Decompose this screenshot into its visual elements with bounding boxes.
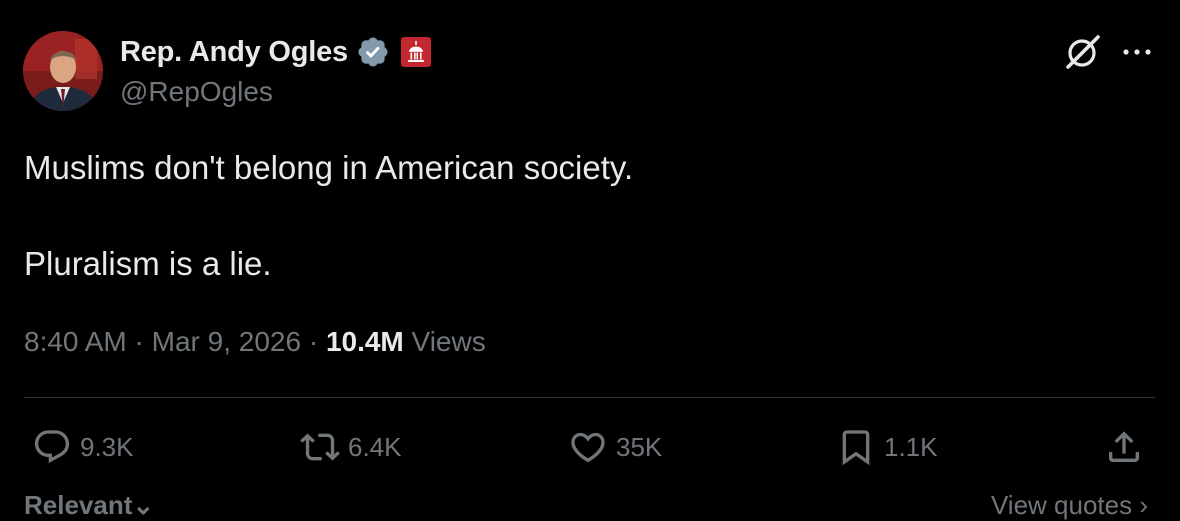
bookmark-icon xyxy=(842,430,870,466)
sort-replies-dropdown[interactable]: Relevant⌄ xyxy=(24,490,154,521)
reply-icon xyxy=(34,430,70,464)
verified-badge-icon[interactable] xyxy=(356,35,390,69)
capitol-affiliation-icon[interactable] xyxy=(400,36,432,68)
more-icon[interactable] xyxy=(1120,38,1154,66)
reply-count: 9.3K xyxy=(80,431,134,462)
avatar[interactable] xyxy=(23,31,103,111)
reply-button[interactable]: 9.3K xyxy=(32,425,134,469)
views-label: Views xyxy=(403,326,486,357)
repost-count: 6.4K xyxy=(348,431,402,462)
share-button[interactable] xyxy=(1104,425,1144,469)
heart-icon xyxy=(571,432,605,463)
chevron-down-icon: ⌄ xyxy=(132,490,155,520)
view-quotes-link[interactable]: View quotes › xyxy=(991,490,1148,521)
tweet-time[interactable]: 8:40 AM xyxy=(24,326,127,357)
meta-separator: · xyxy=(301,326,326,357)
avatar-image xyxy=(23,31,103,111)
sort-label: Relevant xyxy=(24,490,133,520)
divider xyxy=(24,397,1155,398)
author-display-name[interactable]: Rep. Andy Ogles xyxy=(120,36,348,69)
views-count[interactable]: 10.4M xyxy=(326,326,404,357)
grok-icon[interactable] xyxy=(1064,33,1102,71)
tweet-date[interactable]: Mar 9, 2026 xyxy=(152,326,301,357)
meta-separator: · xyxy=(126,326,152,357)
like-button[interactable]: 35K xyxy=(568,425,662,469)
bookmark-count: 1.1K xyxy=(884,431,938,462)
author-handle[interactable]: @RepOgles xyxy=(120,76,273,108)
repost-button[interactable]: 6.4K xyxy=(300,425,402,469)
repost-icon xyxy=(300,433,340,461)
share-icon xyxy=(1109,431,1139,462)
tweet-text-line-1: Muslims don't belong in American society… xyxy=(24,149,634,186)
tweet-text-line-2: Pluralism is a lie. xyxy=(24,245,272,282)
like-count: 35K xyxy=(616,431,663,462)
author-name-row: Rep. Andy Ogles xyxy=(120,34,432,70)
tweet-meta: 8:40 AM · Mar 9, 2026 · 10.4M Views xyxy=(24,326,486,358)
bookmark-button[interactable]: 1.1K xyxy=(836,425,938,469)
